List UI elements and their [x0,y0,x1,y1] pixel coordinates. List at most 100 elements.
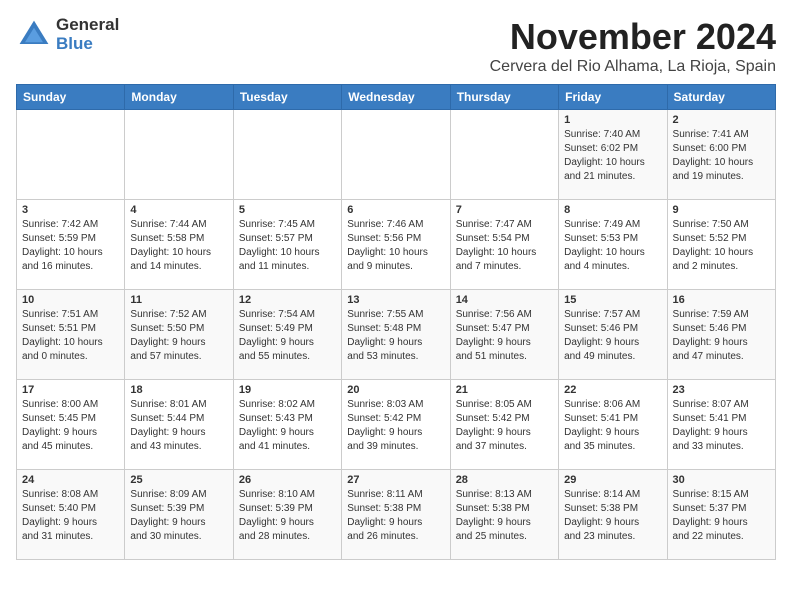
calendar-weekday-header: Sunday [17,85,125,110]
day-number: 17 [22,384,119,396]
calendar-day-cell: 13Sunrise: 7:55 AM Sunset: 5:48 PM Dayli… [342,290,450,380]
calendar-day-cell: 7 Sunrise: 7:47 AM Sunset: 5:54 PM Daylig… [450,200,558,290]
calendar-day-cell: 21Sunrise: 8:05 AM Sunset: 5:42 PM Dayli… [450,380,558,470]
logo: General Blue [16,16,119,53]
day-number: 28 [456,474,553,486]
day-info: Sunrise: 7:41 AM Sunset: 6:00 PM Dayligh… [673,128,770,184]
calendar-weekday-header: Thursday [450,85,558,110]
calendar-day-cell: 26 Sunrise: 8:10 AM Sunset: 5:39 PM Dayli… [233,470,341,560]
calendar-weekday-header: Saturday [667,85,775,110]
calendar-day-cell: 11 Sunrise: 7:52 AM Sunset: 5:50 PM Dayli… [125,290,233,380]
calendar-day-cell: 4 Sunrise: 7:44 AM Sunset: 5:58 PM Daylig… [125,200,233,290]
day-info: Sunrise: 7:49 AM Sunset: 5:53 PM Dayligh… [564,218,661,274]
day-info: Sunrise: 8:10 AM Sunset: 5:39 PM Dayligh… [239,488,336,544]
calendar-day-cell: 27 Sunrise: 8:11 AM Sunset: 5:38 PM Dayli… [342,470,450,560]
logo-icon [16,17,52,53]
calendar-day-cell [125,110,233,200]
calendar-day-cell: 5Sunrise: 7:45 AM Sunset: 5:57 PM Daylig… [233,200,341,290]
calendar-day-cell: 2 Sunrise: 7:41 AM Sunset: 6:00 PM Daylig… [667,110,775,200]
day-info: Sunrise: 7:40 AM Sunset: 6:02 PM Dayligh… [564,128,661,184]
calendar-day-cell [17,110,125,200]
day-info: Sunrise: 8:03 AM Sunset: 5:42 PM Dayligh… [347,398,444,454]
day-info: Sunrise: 7:52 AM Sunset: 5:50 PM Dayligh… [130,308,227,364]
logo-general-text: General [56,16,119,35]
calendar-day-cell: 8 Sunrise: 7:49 AM Sunset: 5:53 PM Daylig… [559,200,667,290]
day-info: Sunrise: 7:56 AM Sunset: 5:47 PM Dayligh… [456,308,553,364]
day-number: 29 [564,474,661,486]
day-info: Sunrise: 7:47 AM Sunset: 5:54 PM Dayligh… [456,218,553,274]
day-number: 12 [239,294,336,306]
day-number: 5 [239,204,336,216]
calendar-day-cell: 6 Sunrise: 7:46 AM Sunset: 5:56 PM Daylig… [342,200,450,290]
day-info: Sunrise: 8:06 AM Sunset: 5:41 PM Dayligh… [564,398,661,454]
logo-blue-text: Blue [56,35,119,54]
day-number: 1 [564,114,661,126]
calendar-day-cell: 15 Sunrise: 7:57 AM Sunset: 5:46 PM Dayli… [559,290,667,380]
day-number: 7 [456,204,553,216]
calendar-day-cell: 28Sunrise: 8:13 AM Sunset: 5:38 PM Dayli… [450,470,558,560]
calendar-day-cell: 1 Sunrise: 7:40 AM Sunset: 6:02 PM Daylig… [559,110,667,200]
day-info: Sunrise: 7:50 AM Sunset: 5:52 PM Dayligh… [673,218,770,274]
calendar-week-row: 1 Sunrise: 7:40 AM Sunset: 6:02 PM Daylig… [17,110,776,200]
day-number: 14 [456,294,553,306]
day-number: 3 [22,204,119,216]
day-number: 18 [130,384,227,396]
day-number: 26 [239,474,336,486]
day-info: Sunrise: 8:05 AM Sunset: 5:42 PM Dayligh… [456,398,553,454]
day-number: 25 [130,474,227,486]
calendar-week-row: 17 Sunrise: 8:00 AM Sunset: 5:45 PM Dayli… [17,380,776,470]
calendar-weekday-header: Monday [125,85,233,110]
day-number: 4 [130,204,227,216]
calendar-weekday-header: Tuesday [233,85,341,110]
calendar-table: SundayMondayTuesdayWednesdayThursdayFrid… [16,84,776,560]
calendar-day-cell: 18 Sunrise: 8:01 AM Sunset: 5:44 PM Dayli… [125,380,233,470]
day-number: 15 [564,294,661,306]
day-number: 10 [22,294,119,306]
calendar-day-cell: 25 Sunrise: 8:09 AM Sunset: 5:39 PM Dayli… [125,470,233,560]
day-number: 22 [564,384,661,396]
calendar-day-cell: 29 Sunrise: 8:14 AM Sunset: 5:38 PM Dayli… [559,470,667,560]
day-info: Sunrise: 7:57 AM Sunset: 5:46 PM Dayligh… [564,308,661,364]
day-number: 2 [673,114,770,126]
day-number: 19 [239,384,336,396]
day-info: Sunrise: 8:15 AM Sunset: 5:37 PM Dayligh… [673,488,770,544]
calendar-day-cell: 10Sunrise: 7:51 AM Sunset: 5:51 PM Dayli… [17,290,125,380]
page-header: General Blue November 2024 Cervera del R… [16,16,776,76]
day-number: 20 [347,384,444,396]
day-number: 8 [564,204,661,216]
day-info: Sunrise: 7:42 AM Sunset: 5:59 PM Dayligh… [22,218,119,274]
day-number: 27 [347,474,444,486]
calendar-day-cell: 9Sunrise: 7:50 AM Sunset: 5:52 PM Daylig… [667,200,775,290]
day-number: 13 [347,294,444,306]
calendar-day-cell: 14 Sunrise: 7:56 AM Sunset: 5:47 PM Dayli… [450,290,558,380]
day-info: Sunrise: 8:11 AM Sunset: 5:38 PM Dayligh… [347,488,444,544]
logo-text: General Blue [56,16,119,53]
day-number: 16 [673,294,770,306]
day-number: 11 [130,294,227,306]
calendar-day-cell [450,110,558,200]
calendar-day-cell: 24 Sunrise: 8:08 AM Sunset: 5:40 PM Dayli… [17,470,125,560]
calendar-day-cell: 19 Sunrise: 8:02 AM Sunset: 5:43 PM Dayli… [233,380,341,470]
calendar-week-row: 24 Sunrise: 8:08 AM Sunset: 5:40 PM Dayli… [17,470,776,560]
day-info: Sunrise: 7:46 AM Sunset: 5:56 PM Dayligh… [347,218,444,274]
calendar-day-cell: 16 Sunrise: 7:59 AM Sunset: 5:46 PM Dayli… [667,290,775,380]
day-number: 24 [22,474,119,486]
day-number: 6 [347,204,444,216]
day-info: Sunrise: 8:09 AM Sunset: 5:39 PM Dayligh… [130,488,227,544]
calendar-weekday-header: Wednesday [342,85,450,110]
day-info: Sunrise: 8:08 AM Sunset: 5:40 PM Dayligh… [22,488,119,544]
day-info: Sunrise: 7:59 AM Sunset: 5:46 PM Dayligh… [673,308,770,364]
day-info: Sunrise: 8:01 AM Sunset: 5:44 PM Dayligh… [130,398,227,454]
day-info: Sunrise: 8:14 AM Sunset: 5:38 PM Dayligh… [564,488,661,544]
calendar-day-cell: 3 Sunrise: 7:42 AM Sunset: 5:59 PM Daylig… [17,200,125,290]
day-info: Sunrise: 8:02 AM Sunset: 5:43 PM Dayligh… [239,398,336,454]
calendar-day-cell: 23Sunrise: 8:07 AM Sunset: 5:41 PM Dayli… [667,380,775,470]
calendar-day-cell: 12Sunrise: 7:54 AM Sunset: 5:49 PM Dayli… [233,290,341,380]
day-info: Sunrise: 8:00 AM Sunset: 5:45 PM Dayligh… [22,398,119,454]
day-number: 30 [673,474,770,486]
day-info: Sunrise: 7:44 AM Sunset: 5:58 PM Dayligh… [130,218,227,274]
page-title: November 2024 [490,16,776,58]
title-block: November 2024 Cervera del Rio Alhama, La… [490,16,776,76]
calendar-weekday-header: Friday [559,85,667,110]
calendar-header-row: SundayMondayTuesdayWednesdayThursdayFrid… [17,85,776,110]
